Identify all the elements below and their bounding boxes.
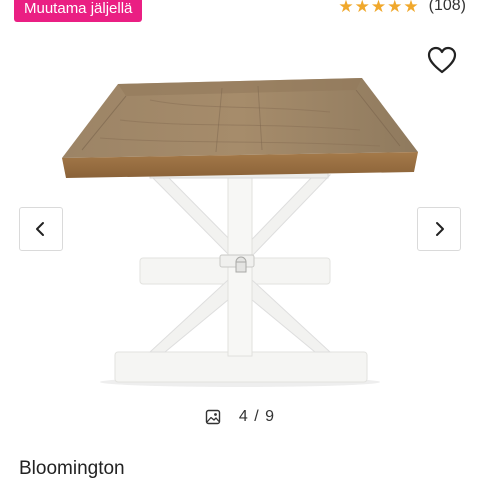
product-title: Bloomington (19, 458, 125, 479)
table-illustration (62, 78, 418, 387)
star-icon: ★ (387, 0, 403, 16)
star-icon: ★ (354, 0, 370, 16)
stock-badge: Muutama jäljellä (14, 0, 143, 22)
rating[interactable]: ★ ★ ★ ★ ★ (108) (338, 0, 466, 17)
image-icon[interactable] (205, 409, 221, 425)
page-counter: 4 / 9 (238, 408, 276, 425)
rating-stars: ★ ★ ★ ★ ★ (338, 0, 418, 15)
chevron-left-icon (36, 222, 44, 236)
gallery-counter: 4 / 9 (0, 408, 480, 426)
star-icon: ★ (370, 0, 387, 16)
product-image[interactable] (50, 70, 430, 390)
heart-outline-icon (427, 46, 457, 74)
star-icon: ★ (338, 0, 354, 16)
chevron-right-icon (436, 222, 444, 236)
rating-count: (108) (428, 0, 466, 14)
star-half-icon: ★ (403, 0, 419, 16)
